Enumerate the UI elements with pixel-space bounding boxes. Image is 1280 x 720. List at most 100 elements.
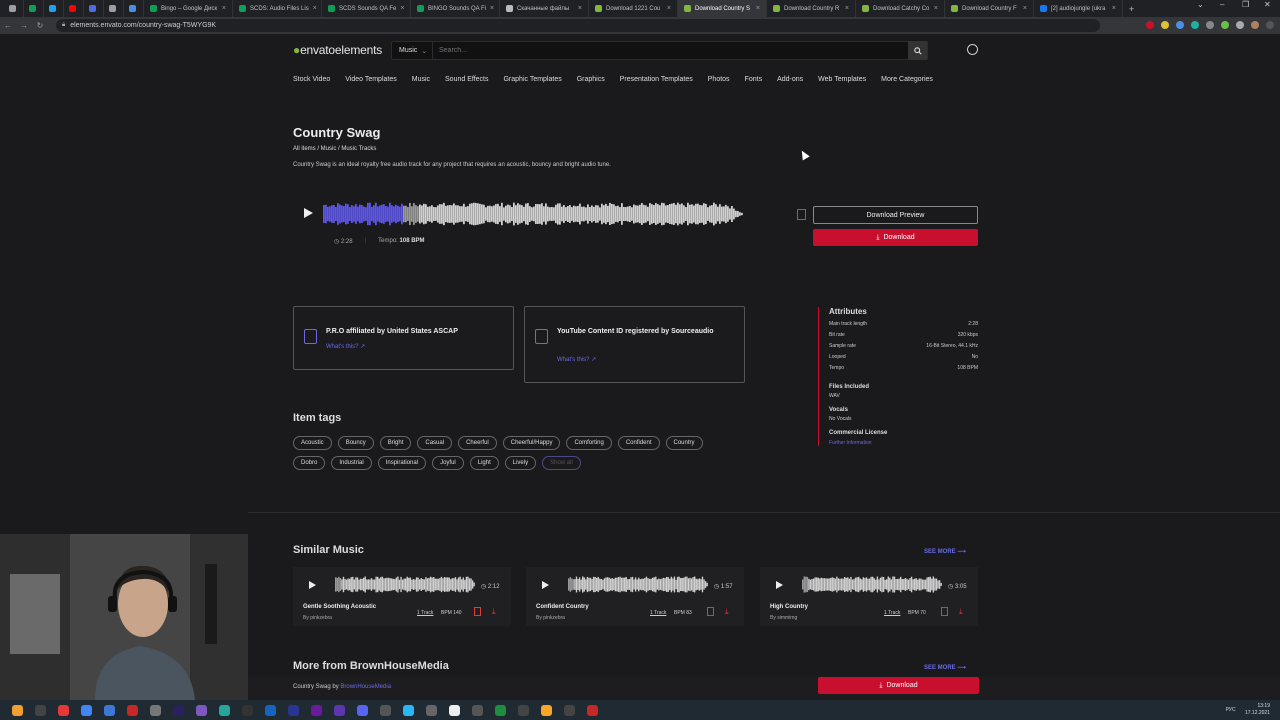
extension-icon[interactable]: [1221, 21, 1229, 29]
taskbar-app-icon[interactable]: [288, 704, 299, 716]
nav-item[interactable]: Add-ons: [777, 76, 803, 83]
sticky-author-link[interactable]: BrownHouseMedia: [340, 684, 391, 690]
browser-tab[interactable]: [44, 0, 64, 17]
close-tab-icon[interactable]: ×: [1023, 5, 1027, 12]
taskbar-app-icon[interactable]: [380, 704, 391, 716]
nav-item[interactable]: Sound Effects: [445, 76, 488, 83]
taskbar-app-icon[interactable]: [104, 704, 115, 716]
taskbar-app-icon[interactable]: [564, 704, 575, 716]
taskbar-app-icon[interactable]: [541, 704, 552, 716]
bookmark-icon[interactable]: [797, 209, 806, 220]
bookmark-icon[interactable]: [941, 607, 948, 616]
tag-chip[interactable]: Light: [469, 456, 499, 470]
tag-chip[interactable]: Acoustic: [293, 436, 332, 450]
taskbar-app-icon[interactable]: [12, 704, 23, 716]
taskbar-app-icon[interactable]: [242, 704, 253, 716]
breadcrumb[interactable]: All items / Music / Music Tracks: [293, 146, 376, 152]
show-all-tags-button[interactable]: Show all: [542, 456, 581, 470]
profile-avatar[interactable]: [1251, 21, 1259, 29]
extension-icon[interactable]: [1146, 21, 1154, 29]
opera-icon[interactable]: [127, 704, 138, 716]
whats-this-link[interactable]: What's this? ↗: [557, 356, 596, 363]
track-title[interactable]: Confident Country: [536, 604, 589, 610]
waveform[interactable]: [323, 202, 743, 226]
search-category-select[interactable]: Music ⌄: [392, 42, 433, 59]
bookmark-icon[interactable]: [474, 607, 481, 616]
play-icon[interactable]: [309, 581, 316, 589]
track-count[interactable]: 1 Track: [650, 610, 666, 616]
browser-tab[interactable]: [104, 0, 124, 17]
browser-tab[interactable]: Скачанные файлы ×: [500, 0, 589, 17]
taskbar-app-icon[interactable]: [311, 704, 322, 716]
close-tab-icon[interactable]: ×: [1112, 5, 1116, 12]
nav-item[interactable]: Graphic Templates: [503, 76, 561, 83]
track-title[interactable]: Gentle Soothing Acoustic: [303, 604, 376, 610]
taskbar-app-icon[interactable]: [35, 704, 46, 716]
close-tab-icon[interactable]: ×: [934, 5, 938, 12]
photoshop-icon[interactable]: [265, 704, 276, 716]
browser-tab[interactable]: Bingo – Google Диск ×: [144, 0, 233, 17]
discord-icon[interactable]: [357, 704, 368, 716]
envato-logo[interactable]: ●envatoelements: [293, 43, 382, 57]
tag-chip[interactable]: Confident: [617, 436, 660, 450]
extension-icon[interactable]: [1191, 21, 1199, 29]
sticky-download-button[interactable]: ⤓ Download: [818, 677, 979, 694]
chrome-icon[interactable]: [81, 704, 92, 716]
close-tab-icon[interactable]: ×: [667, 5, 671, 12]
waveform[interactable]: [568, 576, 708, 593]
see-more-link[interactable]: SEE MORE ⟶: [924, 548, 966, 555]
close-window-button[interactable]: ✕: [1264, 0, 1271, 9]
close-tab-icon[interactable]: ×: [313, 5, 317, 12]
maximize-button[interactable]: ❐: [1242, 0, 1249, 9]
extension-icon[interactable]: [1161, 21, 1169, 29]
nav-item[interactable]: Fonts: [745, 76, 763, 83]
browser-tab[interactable]: [84, 0, 104, 17]
license-link[interactable]: Further Information: [829, 440, 978, 446]
taskbar-app-icon[interactable]: [196, 704, 207, 716]
nav-item[interactable]: Presentation Templates: [620, 76, 693, 83]
search-input[interactable]: [433, 47, 908, 54]
taskbar-app-icon[interactable]: [518, 704, 529, 716]
tab-search-icon[interactable]: ⌄: [1197, 0, 1204, 9]
download-preview-button[interactable]: Download Preview: [813, 206, 978, 224]
browser-tab[interactable]: SCDS: Audio Files Lis ×: [233, 0, 322, 17]
tag-chip[interactable]: Cheerful: [458, 436, 497, 450]
taskbar-app-icon[interactable]: [426, 704, 437, 716]
similar-track-card[interactable]: ◷ 3:05 High Country By simmimg 1 Track BPM 7…: [760, 567, 978, 626]
premiere-icon[interactable]: [173, 704, 184, 716]
telegram-icon[interactable]: [403, 704, 414, 716]
nav-item[interactable]: Video Templates: [345, 76, 397, 83]
play-icon[interactable]: [304, 208, 313, 218]
see-more-link[interactable]: SEE MORE ⟶: [924, 664, 966, 671]
tag-chip[interactable]: Comforting: [566, 436, 612, 450]
tag-chip[interactable]: Cheerful/Happy: [502, 436, 561, 450]
menu-icon[interactable]: [1266, 21, 1274, 29]
tag-chip[interactable]: Industrial: [331, 456, 372, 470]
author-link[interactable]: simmimg: [777, 615, 797, 621]
close-tab-icon[interactable]: ×: [578, 5, 582, 12]
tag-chip[interactable]: Dobro: [293, 456, 326, 470]
tag-chip[interactable]: Joyful: [432, 456, 464, 470]
browser-tab[interactable]: SCDS Sounds QA Fe ×: [322, 0, 411, 17]
bookmark-icon[interactable]: [707, 607, 714, 616]
waveform[interactable]: [802, 576, 942, 593]
viber-icon[interactable]: [334, 704, 345, 716]
search-button[interactable]: [908, 41, 927, 60]
download-icon[interactable]: ⤓: [492, 608, 500, 616]
tag-chip[interactable]: Country: [665, 436, 703, 450]
download-button[interactable]: ⤓ Download: [813, 229, 978, 246]
url-field[interactable]: 🔒︎ elements.envato.com/country-swag-T5WY…: [56, 19, 1100, 32]
track-count[interactable]: 1 Track: [884, 610, 900, 616]
extension-icon[interactable]: [1176, 21, 1184, 29]
nav-item[interactable]: Photos: [708, 76, 730, 83]
extension-icon[interactable]: [1206, 21, 1214, 29]
tag-chip[interactable]: Bright: [379, 436, 412, 450]
taskbar-app-icon[interactable]: [449, 704, 460, 716]
language-indicator[interactable]: РУС: [1226, 707, 1236, 713]
play-icon[interactable]: [776, 581, 783, 589]
similar-track-card[interactable]: ◷ 2:12 Gentle Soothing Acoustic By pinkzeb…: [293, 567, 511, 626]
browser-tab[interactable]: Download 1221 Cou ×: [589, 0, 678, 17]
browser-tab[interactable]: [4, 0, 24, 17]
browser-tab[interactable]: [64, 0, 84, 17]
nav-item[interactable]: Music: [412, 76, 430, 83]
